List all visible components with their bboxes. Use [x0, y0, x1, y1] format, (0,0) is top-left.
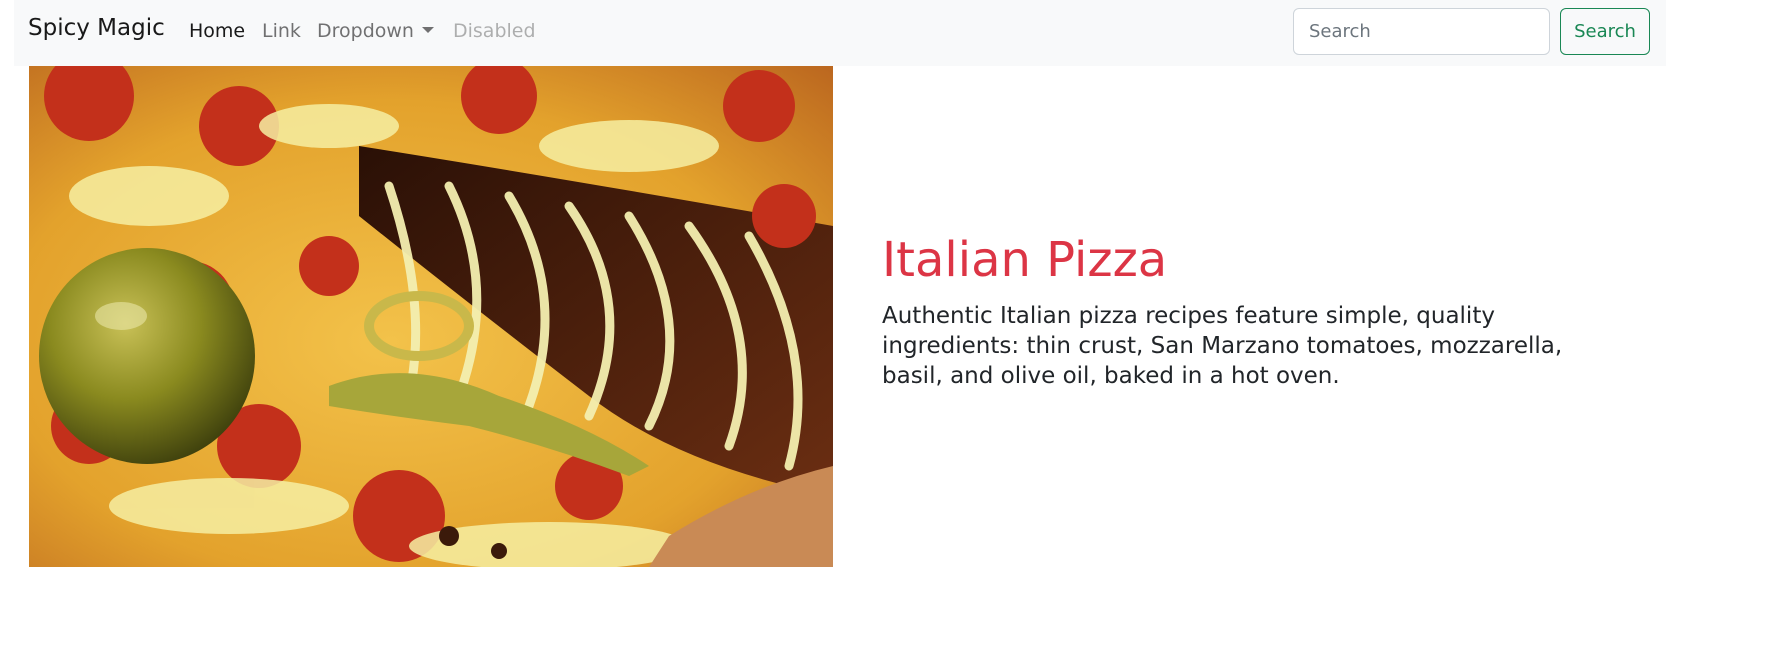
search-input[interactable] — [1293, 8, 1550, 55]
brand-link[interactable]: Spicy Magic — [28, 15, 165, 41]
nav-dropdown-toggle[interactable]: Dropdown — [317, 20, 434, 42]
search-button[interactable]: Search — [1560, 8, 1650, 55]
hero-title: Italian Pizza — [882, 232, 1168, 288]
caret-down-icon — [421, 27, 434, 33]
navbar: Spicy Magic Home Link Dropdown Disabled … — [14, 0, 1666, 66]
pizza-image — [29, 66, 833, 567]
nav-link-link[interactable]: Link — [262, 20, 301, 42]
nav-link-home[interactable]: Home — [189, 20, 245, 42]
nav-dropdown-label: Dropdown — [317, 20, 414, 42]
nav-link-disabled: Disabled — [453, 20, 536, 42]
hero-description: Authentic Italian pizza recipes feature … — [882, 303, 1563, 389]
